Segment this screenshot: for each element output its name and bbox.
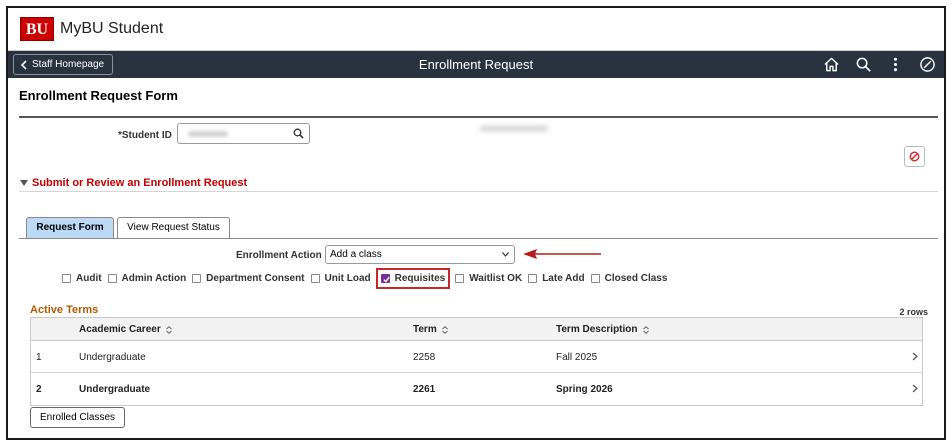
term-cell: 2258 bbox=[413, 352, 436, 363]
academic-career-cell: Undergraduate bbox=[79, 384, 151, 395]
column-header-term[interactable]: Term bbox=[413, 324, 448, 335]
student-id-label: *Student ID bbox=[118, 130, 172, 141]
checkbox-label: Closed Class bbox=[604, 272, 668, 284]
section-header[interactable]: Submit or Review an Enrollment Request bbox=[20, 177, 247, 189]
checkbox-label: Requisites bbox=[394, 272, 446, 284]
more-vertical-icon[interactable] bbox=[886, 55, 904, 73]
checkbox-box[interactable] bbox=[310, 273, 320, 283]
chevron-right-icon[interactable] bbox=[912, 352, 918, 361]
term-cell: 2261 bbox=[413, 384, 436, 395]
column-header-label: Term bbox=[413, 324, 437, 335]
active-terms-grid: Academic Career Term Term Description 1 … bbox=[30, 317, 923, 406]
tab-divider bbox=[19, 238, 938, 239]
enrollment-action-label: Enrollment Action bbox=[236, 250, 322, 261]
checkbox-audit[interactable]: Audit bbox=[62, 273, 102, 284]
page-title: Enrollment Request Form bbox=[19, 88, 178, 103]
checkbox-unit-load[interactable]: Unit Load bbox=[310, 272, 371, 284]
app-frame: BU MyBU Student Staff Homepage Enrollmen… bbox=[6, 6, 946, 440]
checkbox-label: Waitlist OK bbox=[469, 272, 523, 284]
nav-title: Enrollment Request bbox=[418, 57, 534, 72]
student-name-redacted bbox=[480, 125, 548, 132]
checkbox-label: Department Consent bbox=[206, 272, 305, 284]
checkbox-label: Admin Action bbox=[121, 272, 187, 284]
student-id-redacted bbox=[188, 131, 228, 137]
term-description-cell: Spring 2026 bbox=[556, 384, 613, 395]
academic-career-cell: Undergraduate bbox=[79, 352, 146, 363]
tab-view-request-status[interactable]: View Request Status bbox=[117, 217, 230, 239]
bu-logo[interactable]: BU bbox=[20, 17, 54, 41]
checkbox-box[interactable] bbox=[107, 273, 117, 283]
row-count: 2 rows bbox=[899, 307, 928, 317]
options-checkboxes: Audit Admin Action Department Consent Un… bbox=[62, 267, 673, 289]
checkbox-late-add[interactable]: Late Add bbox=[528, 272, 585, 284]
column-header-label: Academic Career bbox=[79, 324, 161, 335]
checkbox-box[interactable] bbox=[380, 273, 390, 283]
active-terms-title: Active Terms bbox=[30, 304, 99, 316]
checkbox-waitlist-ok[interactable]: Waitlist OK bbox=[455, 273, 522, 284]
checkbox-department-consent[interactable]: Department Consent bbox=[192, 272, 305, 284]
annotation-arrow-icon bbox=[523, 249, 601, 259]
search-icon[interactable] bbox=[854, 55, 872, 73]
nav-bar-icon[interactable] bbox=[918, 55, 936, 73]
checkbox-box[interactable] bbox=[192, 273, 202, 283]
table-row[interactable]: 1 Undergraduate 2258 Fall 2025 bbox=[31, 341, 922, 373]
sort-icon bbox=[165, 325, 172, 334]
nav-actions bbox=[822, 55, 936, 73]
checkbox-requisites[interactable]: Requisites bbox=[375, 267, 451, 289]
caret-down-icon bbox=[20, 180, 28, 186]
checkbox-box[interactable] bbox=[62, 273, 71, 283]
sort-icon bbox=[441, 325, 448, 334]
section-title: Submit or Review an Enrollment Request bbox=[32, 177, 248, 189]
checkbox-box[interactable] bbox=[590, 273, 600, 283]
brand-bar: BU MyBU Student bbox=[8, 8, 944, 51]
cancel-button[interactable] bbox=[904, 146, 925, 167]
column-header-academic-career[interactable]: Academic Career bbox=[79, 324, 172, 335]
student-id-input[interactable] bbox=[177, 123, 310, 144]
nav-bar: Staff Homepage Enrollment Request bbox=[8, 51, 944, 78]
enrolled-classes-button[interactable]: Enrolled Classes bbox=[30, 407, 125, 428]
checkbox-closed-class[interactable]: Closed Class bbox=[590, 272, 668, 284]
checkbox-box[interactable] bbox=[455, 273, 465, 283]
grid-header: Academic Career Term Term Description bbox=[31, 318, 922, 341]
checkbox-admin-action[interactable]: Admin Action bbox=[107, 272, 187, 284]
table-row[interactable]: 2 Undergraduate 2261 Spring 2026 bbox=[31, 373, 922, 405]
home-icon[interactable] bbox=[822, 55, 840, 73]
enrollment-action-value: Add a class bbox=[330, 249, 382, 260]
chevron-right-icon[interactable] bbox=[912, 384, 918, 393]
title-divider bbox=[19, 116, 938, 118]
checkbox-label: Late Add bbox=[542, 272, 585, 284]
checkbox-label: Unit Load bbox=[324, 272, 371, 284]
enrollment-action-select[interactable]: Add a class bbox=[325, 245, 515, 264]
term-description-cell: Fall 2025 bbox=[556, 352, 598, 363]
sort-icon bbox=[642, 325, 649, 334]
row-number: 2 bbox=[36, 384, 42, 395]
checkmark-icon bbox=[382, 276, 390, 283]
chevron-down-icon bbox=[502, 252, 509, 257]
brand-title: MyBU Student bbox=[60, 20, 164, 37]
prohibited-icon bbox=[909, 151, 920, 162]
section-divider bbox=[19, 191, 938, 192]
column-header-label: Term Description bbox=[556, 324, 638, 335]
row-number: 1 bbox=[36, 352, 42, 363]
search-icon[interactable] bbox=[293, 128, 304, 139]
tab-request-form[interactable]: Request Form bbox=[26, 217, 114, 239]
checkbox-box[interactable] bbox=[528, 273, 538, 283]
column-header-term-description[interactable]: Term Description bbox=[556, 324, 649, 335]
checkbox-label: Audit bbox=[76, 272, 102, 284]
